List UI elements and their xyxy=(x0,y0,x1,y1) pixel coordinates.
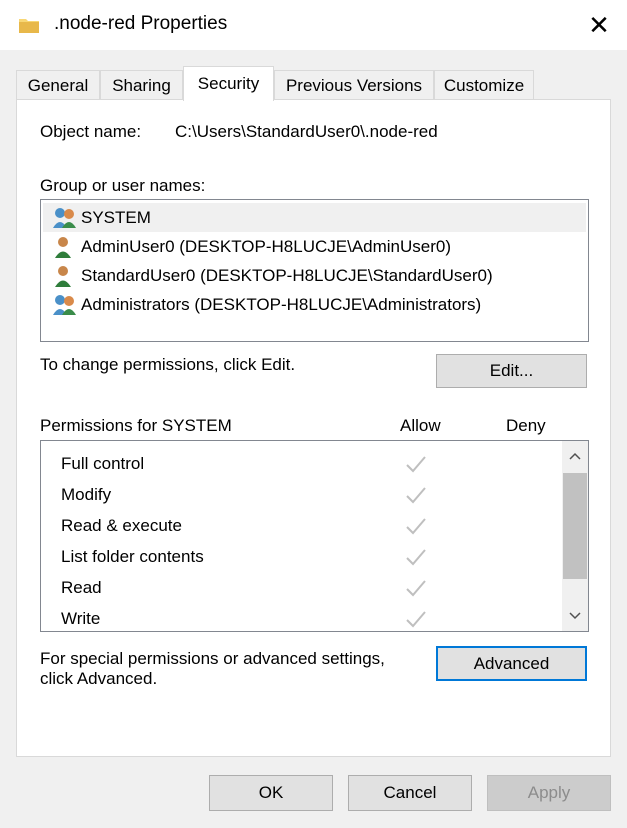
object-name-value: C:\Users\StandardUser0\.node-red xyxy=(175,122,438,141)
permission-row: List folder contents xyxy=(61,541,204,572)
advanced-info-line1: For special permissions or advanced sett… xyxy=(40,649,385,668)
apply-button[interactable]: Apply xyxy=(487,775,611,811)
allow-checkmark-icon xyxy=(406,518,426,535)
edit-button[interactable]: Edit... xyxy=(436,354,587,388)
title-bar: .node-red Properties ✕ xyxy=(0,0,627,50)
close-icon: ✕ xyxy=(588,9,610,40)
user-name: AdminUser0 (DESKTOP-H8LUCJE\AdminUser0) xyxy=(81,236,452,256)
tab-security[interactable]: Security xyxy=(183,66,274,101)
close-button[interactable]: ✕ xyxy=(571,0,627,50)
list-item-system[interactable]: SYSTEM xyxy=(43,203,586,232)
allow-checkmark-icon xyxy=(406,611,426,628)
permissions-scrollbar[interactable] xyxy=(562,441,588,631)
allow-checkmark-icon xyxy=(406,580,426,597)
permission-name: Full control xyxy=(61,453,145,473)
tab-customize[interactable]: Customize xyxy=(434,70,534,100)
user-name: SYSTEM xyxy=(81,207,151,227)
group-users-icon xyxy=(53,294,76,315)
folder-icon xyxy=(19,19,39,33)
permissions-list[interactable]: Full control Modify Read & execute List … xyxy=(40,440,589,632)
permission-name: Read & execute xyxy=(61,515,182,535)
tab-previous-versions[interactable]: Previous Versions xyxy=(274,70,434,100)
allow-checkmark-icon xyxy=(406,487,426,504)
allow-header: Allow xyxy=(400,416,441,435)
permission-row: Modify xyxy=(61,479,111,510)
permission-name: Write xyxy=(61,608,101,628)
deny-header: Deny xyxy=(506,416,546,435)
group-user-list[interactable]: SYSTEM AdminUser0 (DESKTOP-H8LUCJE\Admin… xyxy=(40,199,589,342)
list-item-standarduser0[interactable]: StandardUser0 (DESKTOP-H8LUCJE\StandardU… xyxy=(43,261,586,290)
object-name-label: Object name: xyxy=(40,122,142,141)
permission-row: Write xyxy=(61,603,100,634)
change-permissions-text: To change permissions, click Edit. xyxy=(40,355,296,374)
permission-name: Modify xyxy=(61,484,112,504)
user-name: Administrators (DESKTOP-H8LUCJE\Administ… xyxy=(81,294,482,314)
tab-general[interactable]: General xyxy=(16,70,100,100)
permission-row: Read & execute xyxy=(61,510,182,541)
permission-name: Read xyxy=(61,577,102,597)
scroll-thumb[interactable] xyxy=(563,473,587,579)
list-item-adminuser0[interactable]: AdminUser0 (DESKTOP-H8LUCJE\AdminUser0) xyxy=(43,232,586,261)
user-name: StandardUser0 (DESKTOP-H8LUCJE\StandardU… xyxy=(81,265,493,285)
window-title: .node-red Properties xyxy=(54,13,228,34)
permissions-for-label: Permissions for SYSTEM xyxy=(40,416,232,435)
permission-row: Full control xyxy=(61,448,144,479)
list-item-administrators[interactable]: Administrators (DESKTOP-H8LUCJE\Administ… xyxy=(43,290,586,319)
group-users-icon xyxy=(53,207,76,228)
group-user-names-label: Group or user names: xyxy=(40,176,206,195)
permission-row: Read xyxy=(61,572,102,603)
user-icon xyxy=(55,236,71,258)
user-icon xyxy=(55,265,71,287)
tab-sharing[interactable]: Sharing xyxy=(100,70,183,100)
cancel-button[interactable]: Cancel xyxy=(348,775,472,811)
advanced-button[interactable]: Advanced xyxy=(436,646,587,681)
scroll-down-arrow-icon[interactable] xyxy=(562,603,588,629)
allow-checkmark-icon xyxy=(406,549,426,566)
ok-button[interactable]: OK xyxy=(209,775,333,811)
advanced-info-line2: click Advanced. xyxy=(40,669,158,688)
allow-checkmark-icon xyxy=(406,456,426,473)
scroll-up-arrow-icon[interactable] xyxy=(562,443,588,469)
permission-name: List folder contents xyxy=(61,546,204,566)
